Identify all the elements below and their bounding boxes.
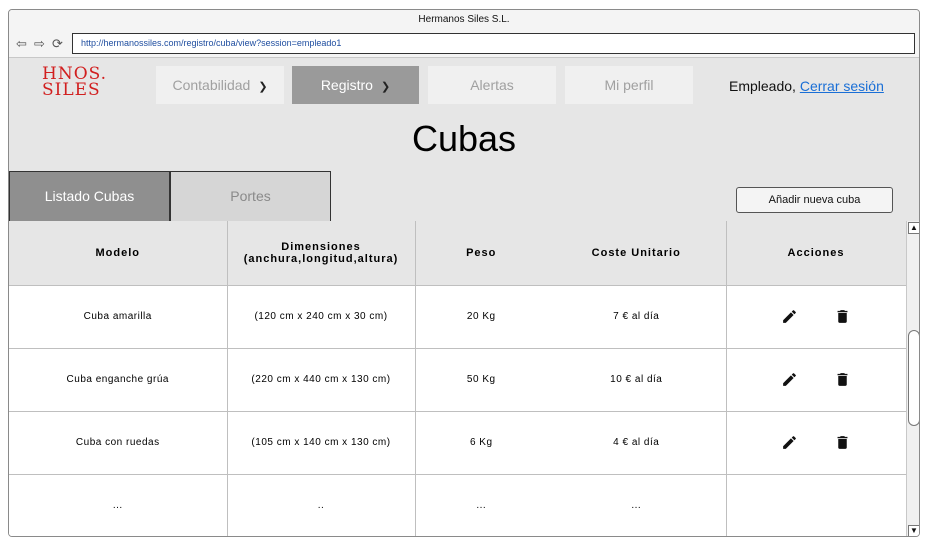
cell-acciones [725,473,906,536]
cell-coste: 10 € al día [547,347,727,412]
header-dimensiones: Dimensiones (anchura,longitud,altura) [226,221,416,286]
cell-dimensiones: (105 cm x 140 cm x 130 cm) [226,410,416,475]
cell-peso: 50 Kg [414,347,547,412]
company-logo[interactable]: HNOS. SILES [42,66,107,100]
header-dimensiones-line1: Dimensiones [281,240,361,253]
main-content: Cubas Listado Cubas Portes Añadir nueva … [9,112,919,536]
header-dimensiones-line2: (anchura,longitud,altura) [243,252,399,265]
page-title: Cubas [411,118,517,159]
address-bar: ⇦ ⇨ ⟳ http://hermanossiles.com/registro/… [9,32,919,58]
scroll-thumb[interactable] [908,330,919,426]
table-header-row: Modelo Dimensiones (anchura,longitud,alt… [9,221,906,286]
table-row: Cuba amarilla (120 cm x 240 cm x 30 cm) … [9,284,906,349]
table-scrollbar[interactable]: ▲ ▼ [906,221,919,536]
nav-registro-label: Registro [320,77,373,93]
header-peso: Peso [414,221,547,286]
pencil-icon[interactable] [781,371,798,388]
logout-link[interactable]: Cerrar sesión [800,78,884,94]
add-cuba-button[interactable]: Añadir nueva cuba [736,187,893,213]
session-info: Empleado, Cerrar sesión [729,78,884,94]
trash-icon[interactable] [834,434,851,451]
window-title: Hermanos Siles S.L. [9,10,919,32]
cell-dimensiones: .. [226,473,416,536]
cell-peso: 20 Kg [414,284,547,349]
reload-icon[interactable]: ⟳ [50,36,65,52]
table-row: ... .. ... ... [9,473,906,536]
chevron-down-icon: ❯ [258,81,268,93]
scroll-down-arrow-icon[interactable]: ▼ [908,525,919,536]
table-row: Cuba enganche grúa (220 cm x 440 cm x 13… [9,347,906,412]
cell-coste: 4 € al día [547,410,727,475]
cell-dimensiones: (120 cm x 240 cm x 30 cm) [226,284,416,349]
browser-nav-icons: ⇦ ⇨ ⟳ [14,36,65,52]
nav-registro[interactable]: Registro ❯ [292,66,419,104]
trash-icon[interactable] [834,371,851,388]
tab-listado-cubas[interactable]: Listado Cubas [9,171,170,222]
cell-peso: 6 Kg [414,410,547,475]
cell-acciones [725,347,906,412]
pencil-icon[interactable] [781,308,798,325]
forward-arrow-icon[interactable]: ⇨ [32,36,47,52]
nav-contabilidad[interactable]: Contabilidad ❯ [156,66,284,104]
pencil-icon[interactable] [781,434,798,451]
browser-window: Hermanos Siles S.L. ⇦ ⇨ ⟳ http://hermano… [8,9,920,537]
tab-portes[interactable]: Portes [170,171,331,222]
trash-icon[interactable] [834,308,851,325]
url-field[interactable]: http://hermanossiles.com/registro/cuba/v… [72,33,915,54]
app-header: HNOS. SILES Contabilidad ❯ Registro ❯ Aler… [9,58,919,112]
table-row: Cuba con ruedas (105 cm x 140 cm x 130 c… [9,410,906,475]
cell-modelo: Cuba enganche grúa [9,347,228,412]
header-modelo: Modelo [9,221,228,286]
session-user: Empleado, [729,78,796,94]
back-arrow-icon[interactable]: ⇦ [14,36,29,52]
cubas-table-container: Modelo Dimensiones (anchura,longitud,alt… [9,221,906,536]
chevron-down-icon: ❯ [380,81,391,93]
cell-acciones [725,410,906,475]
cell-modelo: ... [9,473,228,536]
nav-mi-perfil-label: Mi perfil [604,77,654,93]
cell-coste: ... [547,473,727,536]
nav-alertas-label: Alertas [470,77,514,93]
cell-dimensiones: (220 cm x 440 cm x 130 cm) [226,347,416,412]
logo-line-2: SILES [42,80,101,100]
header-acciones: Acciones [725,221,906,286]
nav-contabilidad-label: Contabilidad [172,77,251,93]
cell-coste: 7 € al día [547,284,727,349]
cell-modelo: Cuba amarilla [9,284,228,349]
nav-mi-perfil[interactable]: Mi perfil [565,66,693,104]
cell-modelo: Cuba con ruedas [9,410,228,475]
nav-alertas[interactable]: Alertas [428,66,556,104]
header-coste: Coste Unitario [547,221,727,286]
cubas-table: Modelo Dimensiones (anchura,longitud,alt… [9,221,906,536]
cell-peso: ... [414,473,547,536]
scroll-up-arrow-icon[interactable]: ▲ [908,222,919,234]
cell-acciones [725,284,906,349]
